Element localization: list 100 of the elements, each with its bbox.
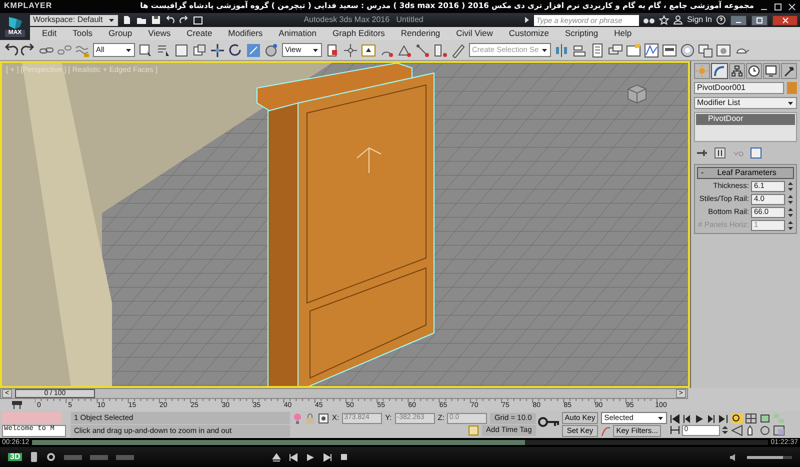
go-to-start-icon[interactable] [670, 414, 680, 424]
player-button[interactable] [64, 454, 82, 460]
undo-icon[interactable] [165, 15, 175, 25]
layer-list-icon[interactable] [590, 42, 605, 58]
gizmo-icon[interactable] [343, 42, 358, 58]
previous-icon[interactable] [288, 452, 298, 462]
clock-tab[interactable] [746, 63, 762, 79]
window-crossing-icon[interactable] [192, 42, 207, 58]
workspace-dropdown[interactable]: Workspace: Default [30, 14, 118, 26]
caret-icon [787, 100, 794, 106]
menu-item[interactable]: Customize [500, 28, 557, 38]
zoom-all-icon[interactable] [745, 413, 758, 424]
bulb-icon[interactable] [293, 413, 302, 424]
viewcube-icon[interactable] [626, 83, 648, 105]
modifier-list-dropdown[interactable]: Modifier List [694, 97, 797, 109]
key-mode-icon[interactable] [670, 425, 680, 435]
caret-icon [312, 46, 319, 54]
color-swatch[interactable] [787, 82, 797, 94]
new-file-icon[interactable] [122, 15, 132, 25]
zoom-icon[interactable] [731, 413, 744, 424]
play-arrow-icon [524, 16, 530, 24]
menu-item[interactable]: Scripting [557, 28, 606, 38]
field-of-view-icon[interactable] [731, 425, 744, 436]
caret-icon [125, 46, 132, 54]
user-icon[interactable] [673, 15, 684, 25]
material-editor-icon[interactable] [680, 42, 695, 58]
unlink-icon[interactable] [57, 42, 72, 58]
hierarchy-tab[interactable] [728, 63, 745, 79]
document-title: Untitled [396, 14, 424, 24]
align-icon[interactable] [572, 42, 587, 58]
menu-item[interactable]: Tools [64, 28, 100, 38]
play-icon[interactable] [306, 452, 315, 462]
star-icon[interactable] [659, 15, 670, 25]
menu-item[interactable]: Views [140, 28, 179, 38]
rectangle-selection-icon[interactable] [174, 42, 189, 58]
menu-item[interactable]: Group [100, 28, 140, 38]
settings-icon[interactable] [46, 452, 56, 462]
app-title: Autodesk 3ds Max 2016 [304, 14, 390, 24]
hammer-tab[interactable] [780, 63, 797, 79]
scene-explorer-icon[interactable] [626, 42, 641, 58]
sign-in-link[interactable]: Sign In [687, 16, 712, 24]
select-by-name-icon[interactable] [156, 42, 171, 58]
zoom-extents-icon[interactable] [759, 413, 772, 424]
move-icon[interactable] [210, 42, 225, 58]
menu-item[interactable]: Civil View [448, 28, 501, 38]
object-name-field[interactable]: PivotDoor001 [694, 82, 784, 94]
select-object-icon[interactable] [138, 42, 153, 58]
spinner-icon[interactable] [787, 207, 794, 218]
monitor-tab[interactable] [763, 63, 780, 79]
pin-icon[interactable] [696, 148, 708, 158]
undo-icon[interactable] [3, 42, 18, 58]
player-button[interactable] [90, 454, 108, 460]
eject-icon[interactable] [272, 452, 281, 462]
modifier-stack-item[interactable]: PivotDoor [696, 114, 795, 125]
caret-icon [541, 46, 548, 54]
spinner-icon[interactable] [787, 194, 794, 205]
curve-editor-icon[interactable] [644, 42, 659, 58]
menu-item[interactable]: Help [606, 28, 640, 38]
menu-item[interactable]: Modifiers [220, 28, 271, 38]
menu-item[interactable]: Create [178, 28, 220, 38]
go-to-end-icon[interactable] [718, 414, 728, 424]
rotate-icon[interactable] [228, 42, 243, 58]
percent-snap-icon[interactable] [415, 42, 430, 58]
help-icon[interactable] [716, 15, 726, 25]
tangent-curve-icon[interactable] [601, 426, 612, 436]
folder-icon[interactable] [136, 15, 147, 25]
mirror-icon[interactable] [554, 42, 569, 58]
spinner-icon[interactable] [787, 220, 794, 231]
save-icon[interactable] [151, 15, 161, 25]
player-button[interactable] [116, 454, 134, 460]
next-icon[interactable] [322, 452, 332, 462]
menu-item[interactable]: Graph Editors [324, 28, 393, 38]
edit-named-selection-icon[interactable] [451, 42, 466, 58]
script-listener-field[interactable] [2, 412, 62, 424]
bend-tab[interactable] [711, 63, 728, 79]
minimize-button[interactable] [730, 14, 747, 26]
menu-item[interactable]: Edit [34, 28, 65, 38]
maximize-button[interactable] [751, 14, 768, 26]
caret-icon [108, 16, 115, 24]
volume-slider[interactable] [747, 456, 792, 458]
next-frame-icon[interactable] [706, 414, 716, 424]
close-icon[interactable] [788, 2, 796, 10]
angle-snap-icon[interactable] [397, 42, 412, 58]
seek-bar[interactable] [32, 440, 768, 445]
menu-item[interactable]: Rendering [392, 28, 448, 38]
redo-icon[interactable] [179, 15, 189, 25]
layers-icon[interactable] [608, 42, 623, 58]
phone-icon[interactable] [30, 452, 38, 462]
stop-icon[interactable] [340, 453, 348, 461]
app-logo-icon[interactable] [6, 16, 24, 30]
redo-icon[interactable] [21, 42, 36, 58]
maximize-viewport-icon[interactable] [773, 425, 786, 436]
menu-item[interactable]: Animation [270, 28, 324, 38]
previous-frame-icon[interactable] [682, 414, 692, 424]
sphere-icon[interactable] [264, 42, 279, 58]
spinner-icon[interactable] [787, 181, 794, 192]
close-button[interactable] [772, 14, 798, 26]
rendered-frame-icon[interactable] [716, 42, 731, 58]
maximize-icon[interactable] [774, 2, 782, 10]
rollout-header[interactable]: - Leaf Parameters [697, 167, 794, 179]
